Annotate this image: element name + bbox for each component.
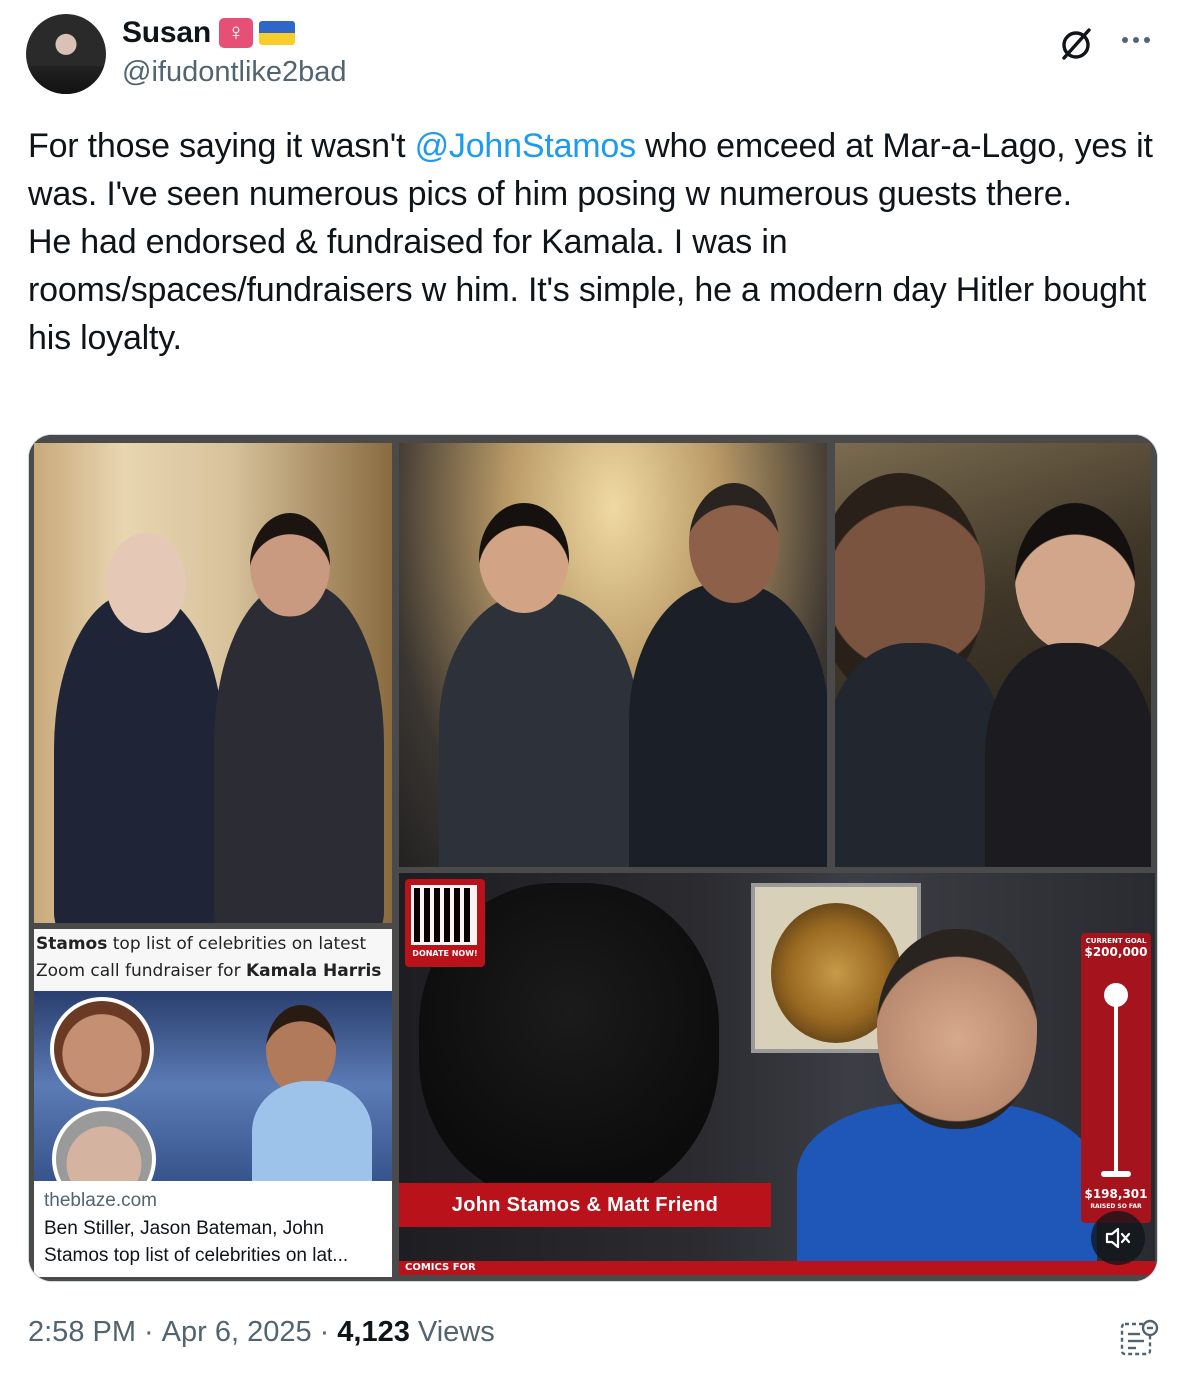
views-count: 4,123 [337, 1316, 410, 1348]
author-name-row[interactable]: Susan ♀ [122, 16, 296, 50]
qr-code: DONATE NOW! [405, 879, 485, 967]
avatar-circle [50, 997, 154, 1101]
person-head [877, 929, 1037, 1129]
goal-label: CURRENT GOAL [1085, 937, 1147, 945]
person-figure [214, 583, 384, 923]
thermometer-icon [1104, 983, 1128, 1007]
raised-label: RAISED SO FAR [1090, 1203, 1142, 1210]
views-label: Views [417, 1316, 495, 1348]
analytics-icon[interactable] [1118, 1316, 1162, 1360]
avatar-circle [52, 1107, 156, 1181]
mute-icon [1105, 1227, 1131, 1249]
person-figure [797, 1103, 1097, 1275]
thermometer-base [1101, 1171, 1131, 1177]
comics-label: COMICS FOR [405, 1262, 476, 1273]
female-sign-icon: ♀ [219, 18, 254, 48]
person-head [250, 513, 330, 617]
photo-obama-closeup [835, 443, 1151, 867]
news-caption: Stamos top list of celebrities on latest… [34, 929, 392, 991]
link-domain: theblaze.com [44, 1190, 158, 1211]
raised-amount: $198,301 [1084, 1187, 1148, 1201]
thermometer-bar [1114, 991, 1118, 1175]
display-name[interactable]: Susan [122, 16, 211, 50]
link-title: Stamos top list of celebrities on lat... [44, 1245, 349, 1266]
video-still: DONATE NOW! John Stamos & Matt Friend CU… [399, 873, 1155, 1275]
qr-label: DONATE NOW! [412, 949, 478, 958]
grok-icon[interactable] [1056, 24, 1096, 64]
caption-bold: Kamala Harris [245, 961, 382, 981]
avatar[interactable] [26, 14, 106, 94]
link-preview-image [34, 991, 392, 1181]
link-title: Ben Stiller, Jason Bateman, John [44, 1218, 324, 1239]
photo-collage: Stamos top list of celebrities on latest… [29, 435, 1157, 1281]
separator: · [144, 1316, 154, 1348]
caption-bold: Stamos [36, 934, 108, 954]
goal-amount: $200,000 [1084, 945, 1148, 959]
bottom-strip [399, 1261, 1155, 1275]
tweet-paragraph-2: He had endorsed & fundraised for Kamala.… [28, 223, 1156, 357]
tweet-text-part: For those saying it wasn't [28, 127, 415, 165]
person-figure [439, 593, 639, 867]
person-head [479, 503, 569, 613]
fundraising-goal-panel: CURRENT GOAL $200,000 $198,301 RAISED SO… [1081, 933, 1151, 1223]
qr-code-icon [411, 885, 477, 945]
person-figure [54, 593, 224, 923]
photo-biden-stamos [34, 443, 392, 923]
mute-button[interactable] [1091, 1211, 1145, 1265]
caption-text: Zoom call fundraiser for [36, 961, 246, 981]
separator: · [319, 1316, 330, 1348]
person-head [1015, 503, 1135, 653]
tweet-date[interactable]: Apr 6, 2025 [162, 1316, 312, 1349]
caption-line-2: Zoom call fundraiser for Kamala Harris [36, 958, 390, 985]
name-banner: John Stamos & Matt Friend [399, 1183, 771, 1227]
tweet-text: For those saying it wasn't @JohnStamos w… [28, 122, 1158, 362]
tweet-paragraph-1: For those saying it wasn't @JohnStamos w… [28, 122, 1158, 218]
photo-obama-handshake [399, 443, 827, 867]
person-figure [985, 643, 1151, 867]
person-figure [252, 1081, 372, 1181]
person-figure [629, 583, 827, 867]
tweet-meta: 2:58 PM · Apr 6, 2025 · 4,123 Views [28, 1316, 495, 1349]
person-head [689, 483, 779, 603]
person-figure [835, 643, 1005, 867]
caption-text: top list of celebrities on latest [107, 934, 367, 954]
author-handle[interactable]: @ifudontlike2bad [122, 56, 347, 89]
mention-link[interactable]: @JohnStamos [415, 127, 637, 165]
tweet-time[interactable]: 2:58 PM [28, 1316, 136, 1349]
person-head [106, 533, 186, 633]
more-icon[interactable] [1122, 30, 1158, 50]
ukraine-flag-icon [259, 21, 296, 45]
caption-line-1: Stamos top list of celebrities on latest [36, 931, 390, 958]
link-preview-card[interactable]: theblaze.com Ben Stiller, Jason Bateman,… [34, 1181, 392, 1277]
media-attachment[interactable]: Stamos top list of celebrities on latest… [28, 434, 1158, 1282]
